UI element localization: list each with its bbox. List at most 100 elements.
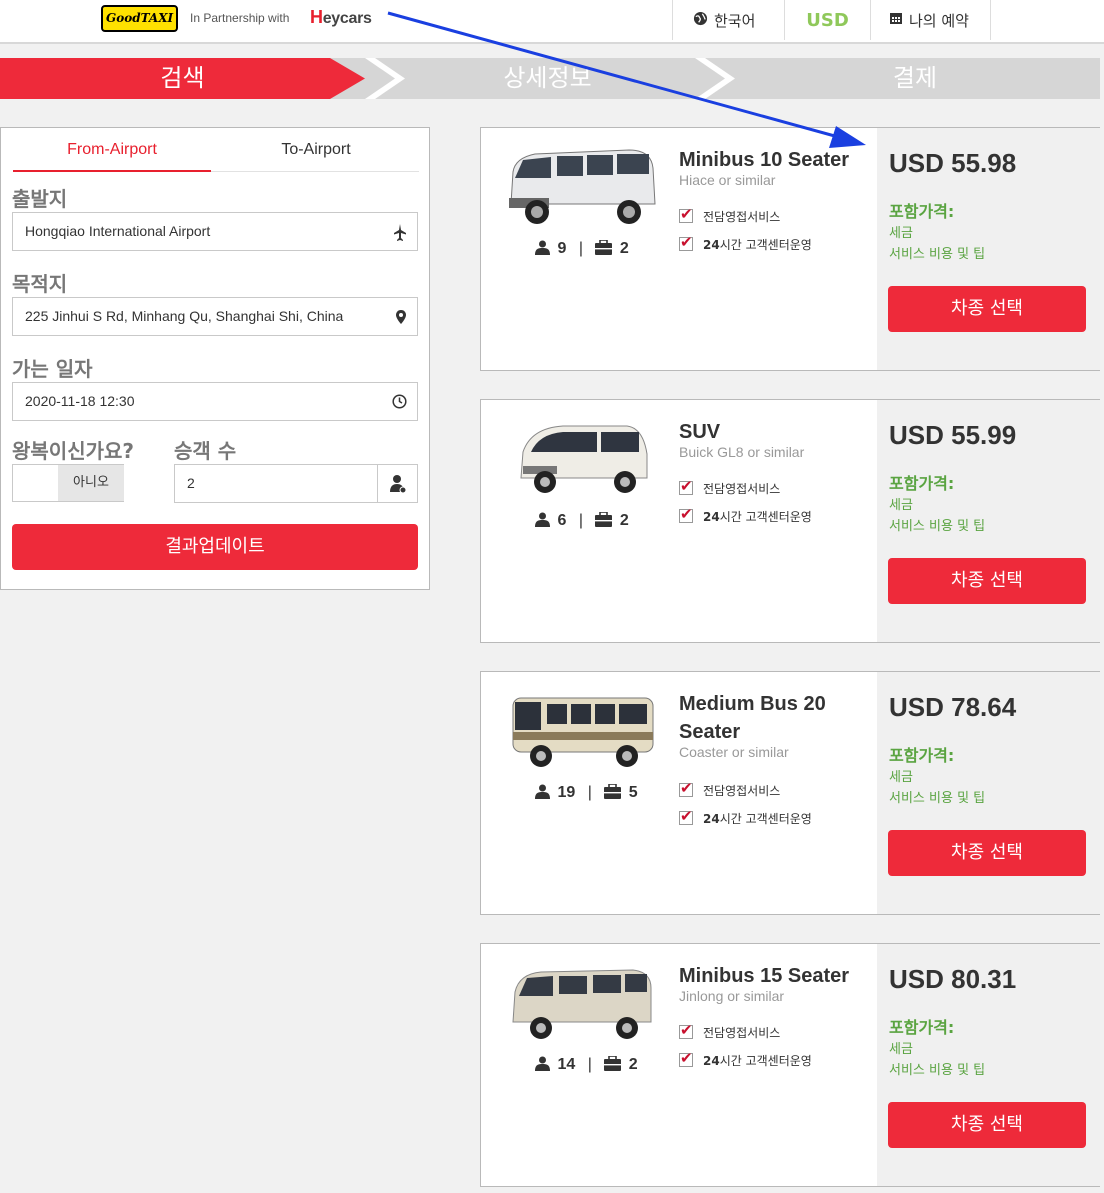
step-payment: 결제	[892, 64, 938, 92]
roundtrip-toggle[interactable]: 아니오	[12, 464, 124, 502]
passenger-icon	[377, 465, 417, 502]
checkmark-icon	[679, 1021, 693, 1039]
roundtrip-toggle-state: 아니오	[58, 465, 124, 501]
included-tax: 세금	[889, 226, 913, 241]
luggage-count: 2	[628, 1056, 638, 1073]
goodtaxi-logo[interactable]: GoodTAXI	[101, 5, 179, 32]
destination-value: 225 Jinhui S Rd, Minhang Qu, Shanghai Sh…	[25, 308, 344, 324]
vehicle-price: USD 80.31	[889, 964, 1017, 994]
language-selector[interactable]: 한국어	[672, 0, 784, 40]
date-label: 가는 일자	[12, 357, 93, 381]
vehicle-capacity: 19 | 5	[535, 783, 638, 802]
capacity-separator: |	[578, 240, 583, 257]
step-details: 상세정보	[503, 64, 592, 92]
included-service-tips: 서비스 비용 및 팁	[889, 247, 986, 262]
passengers-input[interactable]: 2	[174, 464, 418, 503]
feature-label: 전담영접서비스	[703, 482, 781, 496]
feature-meet-greet: 전담영접서비스	[679, 477, 781, 497]
top-header: GoodTAXI In Partnership with Heycars 한국어…	[0, 0, 1104, 44]
airplane-icon	[393, 213, 407, 264]
feature-meet-greet: 전담영접서비스	[679, 1021, 781, 1041]
vehicle-name: Minibus 15 Seater	[679, 965, 850, 987]
vehicle-image	[501, 958, 661, 1046]
vehicle-name: SUV	[679, 421, 721, 443]
step-separator	[695, 58, 735, 99]
feature-label: 시간 고객센터운영	[719, 812, 812, 826]
passenger-count: 19	[557, 784, 576, 801]
date-value: 2020-11-18 12:30	[25, 393, 135, 409]
date-field[interactable]: 2020-11-18 12:30	[12, 382, 418, 421]
step-search: 검색	[0, 58, 365, 99]
included-label: 포함가격:	[889, 1018, 955, 1037]
vehicle-capacity: 9 | 2	[535, 239, 629, 258]
feature-support-24h: 24시간 고객센터운영	[679, 1049, 812, 1069]
progress-steps: 검색 상세정보 결제	[0, 58, 1100, 99]
partnership-text: In Partnership with	[190, 11, 290, 25]
checkmark-icon	[679, 779, 693, 797]
calendar-icon	[889, 11, 903, 29]
passenger-icon	[535, 240, 550, 257]
select-vehicle-button[interactable]: 차종 선택	[888, 558, 1086, 604]
select-vehicle-button[interactable]: 차종 선택	[888, 830, 1086, 876]
origin-value: Hongqiao International Airport	[25, 223, 211, 239]
passenger-count: 14	[557, 1056, 576, 1073]
checkmark-icon	[679, 233, 693, 251]
select-vehicle-button[interactable]: 차종 선택	[888, 286, 1086, 332]
vehicle-price: USD 55.98	[889, 148, 1017, 178]
vehicle-price: USD 55.99	[889, 420, 1017, 450]
included-service-tips: 서비스 비용 및 팁	[889, 1063, 986, 1078]
origin-label: 출발지	[12, 187, 68, 211]
location-pin-icon	[395, 298, 407, 349]
feature-label: 시간 고객센터운영	[719, 1054, 812, 1068]
passengers-value: 2	[187, 475, 195, 491]
heycars-logo: Heycars	[310, 7, 372, 28]
heycars-logo-h: H	[310, 7, 323, 27]
luggage-icon	[595, 511, 613, 529]
vehicle-card: 9 | 2 Minibus 10 Seater Hiace or similar…	[480, 127, 1100, 371]
vehicle-similar: Buick GL8 or similar	[679, 444, 805, 460]
vehicle-card: 6 | 2 SUV Buick GL8 or similar 전담영접서비스 2…	[480, 399, 1100, 643]
luggage-icon	[595, 239, 613, 257]
roundtrip-label: 왕복이신가요?	[12, 439, 135, 463]
luggage-count: 2	[619, 512, 629, 529]
vehicle-similar: Hiace or similar	[679, 172, 776, 188]
tab-from-airport[interactable]: From-Airport	[13, 128, 211, 172]
tab-to-airport[interactable]: To-Airport	[217, 128, 415, 172]
update-results-button[interactable]: 결과업데이트	[12, 524, 418, 570]
included-label: 포함가격:	[889, 474, 955, 493]
vehicle-capacity: 14 | 2	[535, 1055, 638, 1074]
vehicle-card: 14 | 2 Minibus 15 Seater Jinlong or simi…	[480, 943, 1100, 1187]
vehicle-name: Minibus 10 Seater	[679, 149, 850, 171]
included-service-tips: 서비스 비용 및 팁	[889, 519, 986, 534]
feature-label: 전담영접서비스	[703, 1026, 781, 1040]
feature-label-hours: 24	[703, 1054, 720, 1068]
included-label: 포함가격:	[889, 202, 955, 221]
checkmark-icon	[679, 205, 693, 223]
clock-icon	[392, 383, 407, 434]
feature-label: 시간 고객센터운영	[719, 238, 812, 252]
origin-field[interactable]: Hongqiao International Airport	[12, 212, 418, 251]
heycars-logo-rest: eycars	[322, 10, 372, 27]
passenger-icon	[535, 512, 550, 529]
my-bookings-label: 나의 예약	[909, 11, 969, 30]
luggage-count: 5	[628, 784, 638, 801]
feature-label-hours: 24	[703, 238, 720, 252]
feature-support-24h: 24시간 고객센터운영	[679, 807, 812, 827]
luggage-count: 2	[619, 240, 629, 257]
vehicle-similar: Jinlong or similar	[679, 988, 785, 1004]
language-label: 한국어	[714, 11, 756, 30]
capacity-separator: |	[587, 1056, 592, 1073]
vehicle-name: Medium Bus 20 Seater	[679, 693, 826, 743]
globe-icon	[693, 11, 708, 30]
feature-meet-greet: 전담영접서비스	[679, 205, 780, 225]
currency-selector[interactable]: USD	[784, 0, 870, 40]
included-tax: 세금	[889, 498, 913, 513]
luggage-icon	[604, 783, 622, 801]
capacity-separator: |	[578, 512, 583, 529]
checkmark-icon	[679, 477, 693, 495]
my-bookings-link[interactable]: 나의 예약	[870, 0, 990, 40]
passenger-count: 6	[557, 512, 567, 529]
vehicle-similar: Coaster or similar	[679, 744, 789, 760]
destination-field[interactable]: 225 Jinhui S Rd, Minhang Qu, Shanghai Sh…	[12, 297, 418, 336]
select-vehicle-button[interactable]: 차종 선택	[888, 1102, 1086, 1148]
